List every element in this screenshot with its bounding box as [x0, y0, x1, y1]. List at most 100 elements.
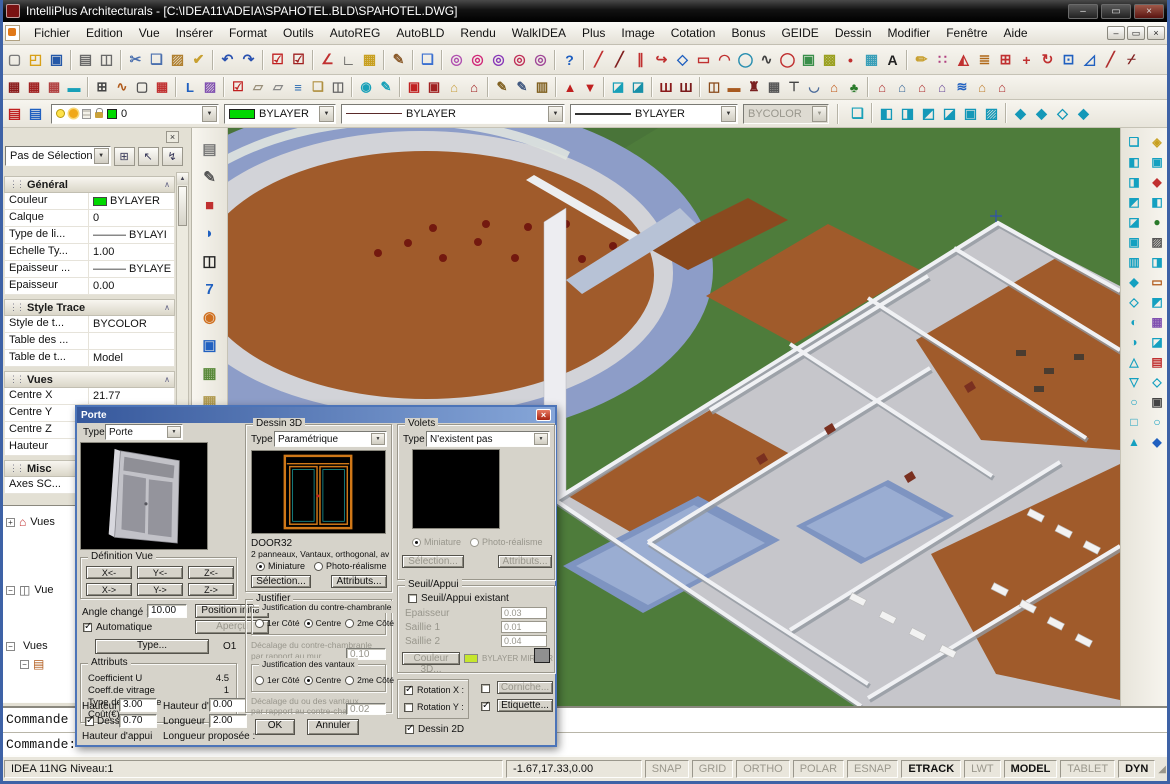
- house-door-icon[interactable]: ⌂: [892, 77, 912, 97]
- menu-aide[interactable]: Aide: [996, 24, 1036, 42]
- toggle-pickadd-button[interactable]: ↯: [162, 147, 183, 166]
- dome-icon[interactable]: ●: [1147, 213, 1167, 230]
- copy-object-icon[interactable]: ∷: [932, 49, 953, 70]
- slab-icon[interactable]: ▱: [248, 77, 268, 97]
- justify-radio[interactable]: 1er Côté: [255, 675, 300, 685]
- door-icon[interactable]: ◫: [704, 77, 724, 97]
- corniche-checkbox[interactable]: [481, 684, 490, 693]
- rectangle-icon[interactable]: ▭: [693, 49, 714, 70]
- type-button[interactable]: Type...: [95, 639, 209, 654]
- color-dropdown[interactable]: BYLAYER: [224, 104, 336, 124]
- status-coordinates[interactable]: -1.67,17.33,0.00: [506, 760, 642, 778]
- justify-radio[interactable]: 2me Côté: [345, 675, 394, 685]
- line-icon[interactable]: ╱: [588, 49, 609, 70]
- menu-modifier[interactable]: Modifier: [880, 24, 939, 42]
- house-grid-icon[interactable]: ⌂: [932, 77, 952, 97]
- select-objects-button[interactable]: ↖: [138, 147, 159, 166]
- copy-icon[interactable]: ❏: [146, 49, 167, 70]
- tree-icon[interactable]: ♣: [844, 77, 864, 97]
- arc-icon[interactable]: ◠: [714, 49, 735, 70]
- tree-expand-icon[interactable]: −: [6, 642, 15, 651]
- undo-icon[interactable]: ↶: [217, 49, 238, 70]
- house-window-icon[interactable]: ⌂: [872, 77, 892, 97]
- toggle-lwt[interactable]: LWT: [964, 760, 1000, 778]
- tree-expand-icon[interactable]: −: [6, 586, 15, 595]
- print-icon[interactable]: ▤: [75, 49, 96, 70]
- render-mode-radio[interactable]: Photo-réalisme: [314, 561, 387, 571]
- solids-shell-icon[interactable]: □: [1124, 413, 1144, 430]
- measure-distance-icon[interactable]: ∠: [317, 49, 338, 70]
- fence-icon[interactable]: Ш: [656, 77, 676, 97]
- trim-icon[interactable]: ⌿: [1121, 49, 1142, 70]
- roof-icon[interactable]: ▱: [268, 77, 288, 97]
- etiquette-button[interactable]: Etiquette...: [497, 699, 553, 712]
- iso-nw-icon[interactable]: ◆: [1073, 103, 1094, 124]
- view-nw-icon[interactable]: ◪: [939, 103, 960, 124]
- mdi-minimize-button[interactable]: –: [1107, 26, 1125, 40]
- menu-plus[interactable]: Plus: [574, 24, 613, 42]
- beam-edit-icon[interactable]: ▣: [424, 77, 444, 97]
- view-direction-button[interactable]: Z->: [188, 583, 234, 596]
- insert-block-icon[interactable]: ▣: [798, 49, 819, 70]
- distance-3d-icon[interactable]: ◪: [1147, 333, 1167, 350]
- chevron-down-icon[interactable]: [534, 433, 548, 445]
- dessin-2d-checkbox[interactable]: [405, 725, 414, 734]
- freehand-icon[interactable]: ↪: [651, 49, 672, 70]
- circle-tool-icon[interactable]: ◉: [356, 77, 376, 97]
- view-sw-icon[interactable]: ◧: [876, 103, 897, 124]
- 3dface-icon[interactable]: ◧: [1147, 193, 1167, 210]
- mirror-icon[interactable]: ◭: [953, 49, 974, 70]
- view-direction-button[interactable]: Y<-: [137, 566, 183, 579]
- print-preview-icon[interactable]: ◫: [96, 49, 117, 70]
- plot-check-icon[interactable]: ☑: [267, 49, 288, 70]
- wireframe-icon[interactable]: ▨: [1147, 233, 1167, 250]
- check-icon[interactable]: ☑: [228, 77, 248, 97]
- orbit-icon[interactable]: ◩: [1147, 293, 1167, 310]
- pan-icon[interactable]: ❏: [417, 49, 438, 70]
- annotate-icon[interactable]: ✎: [199, 166, 221, 188]
- view-direction-button[interactable]: Z<-: [188, 566, 234, 579]
- move-icon[interactable]: +: [1016, 49, 1037, 70]
- sofa-icon[interactable]: ▬: [724, 77, 744, 97]
- animation-icon[interactable]: ◫: [199, 250, 221, 272]
- format-painter-icon[interactable]: ✔: [188, 49, 209, 70]
- pattern-edit-icon[interactable]: ▦: [44, 77, 64, 97]
- erase-icon[interactable]: ✏: [911, 49, 932, 70]
- solids-extrude-icon[interactable]: ▥: [1124, 253, 1144, 270]
- edit-tool-icon[interactable]: ✎: [376, 77, 396, 97]
- chamfer-icon[interactable]: ◿: [1079, 49, 1100, 70]
- solids-cone-icon[interactable]: ◨: [1124, 173, 1144, 190]
- dialog-close-icon[interactable]: ×: [536, 409, 551, 421]
- zoom-extents-icon[interactable]: ◎: [530, 49, 551, 70]
- toggle-dyn[interactable]: DYN: [1118, 760, 1155, 778]
- array-icon[interactable]: ⊞: [995, 49, 1016, 70]
- menu-walkidea[interactable]: WalkIDEA: [504, 24, 574, 42]
- zoom-realtime-icon[interactable]: ◎: [446, 49, 467, 70]
- railing-icon[interactable]: ▥: [532, 77, 552, 97]
- collapse-icon[interactable]: [164, 303, 170, 312]
- color-preview-swatch[interactable]: [534, 648, 550, 663]
- toggle-grid[interactable]: GRID: [692, 760, 734, 778]
- view-direction-button[interactable]: X->: [86, 583, 132, 596]
- lineweight-dropdown[interactable]: BYLAYER: [570, 104, 738, 124]
- ucs-icon[interactable]: ❏: [847, 103, 868, 124]
- menu-edition[interactable]: Edition: [78, 24, 131, 42]
- view-ne-icon[interactable]: ◩: [918, 103, 939, 124]
- new-icon[interactable]: ▢: [4, 49, 25, 70]
- solids-union-icon[interactable]: △: [1124, 353, 1144, 370]
- appliance-icon[interactable]: ▦: [764, 77, 784, 97]
- eraser-icon[interactable]: ◪: [608, 77, 628, 97]
- sketch-icon[interactable]: ✎: [388, 49, 409, 70]
- polygon-icon[interactable]: ◇: [672, 49, 693, 70]
- landscape-icon[interactable]: ▦: [199, 362, 221, 384]
- chevron-down-icon[interactable]: [721, 106, 736, 122]
- hide-icon[interactable]: ◨: [1147, 253, 1167, 270]
- paste-icon[interactable]: ▨: [167, 49, 188, 70]
- chevron-down-icon[interactable]: [371, 433, 385, 445]
- walk-icon[interactable]: ◗: [199, 222, 221, 244]
- tree-expand-icon[interactable]: +: [6, 518, 15, 527]
- plot-edit-icon[interactable]: ☑: [288, 49, 309, 70]
- scale-icon[interactable]: ⊡: [1058, 49, 1079, 70]
- iso-sw-icon[interactable]: ◆: [1010, 103, 1031, 124]
- solids-face-icon[interactable]: ▲: [1124, 433, 1144, 450]
